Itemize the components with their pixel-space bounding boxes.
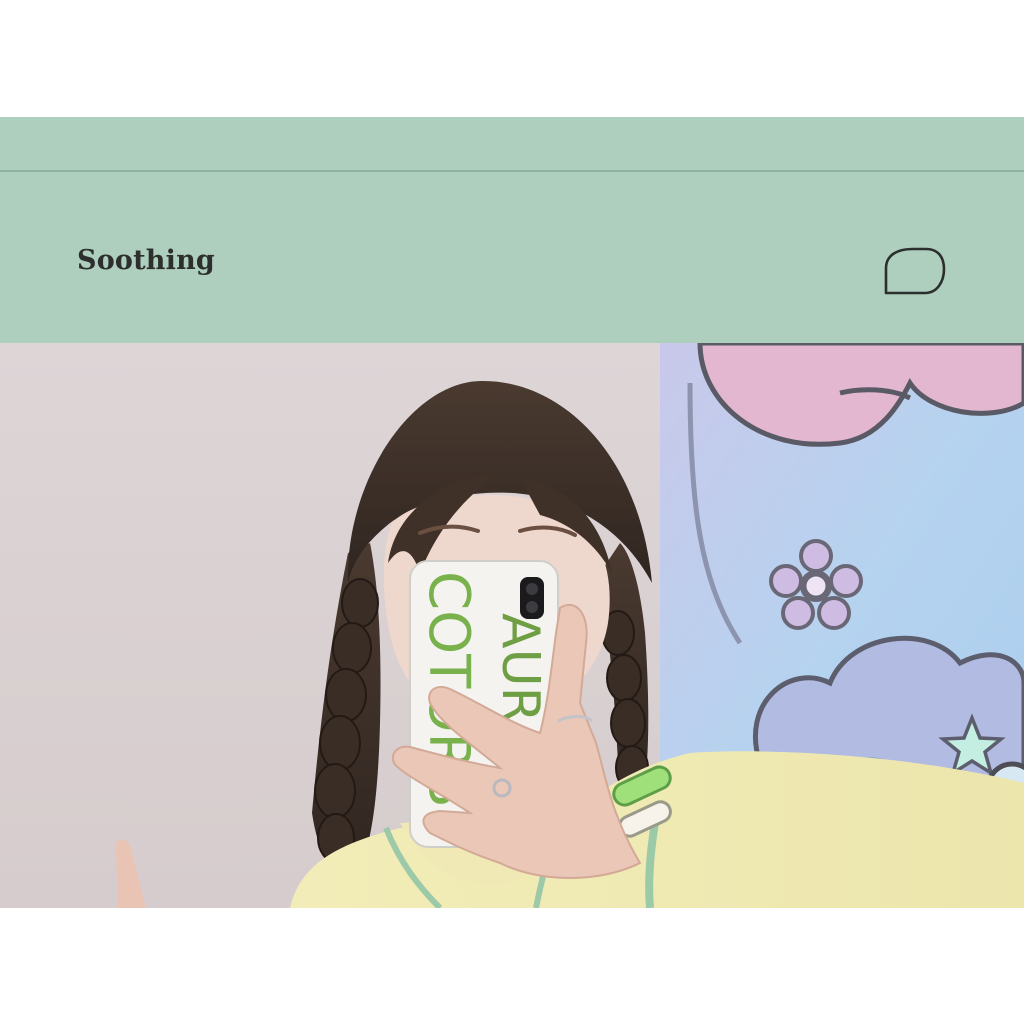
message-button[interactable] [880,244,950,298]
photo[interactable]: COTORS AURA [0,343,1024,908]
mirror-selfie-illustration: COTORS AURA [0,343,1024,908]
speech-bubble-icon [884,247,946,295]
page-title: Soothing [77,245,215,276]
app-screen: Soothing AURA [0,0,1024,1024]
status-bar-area [0,117,1024,170]
